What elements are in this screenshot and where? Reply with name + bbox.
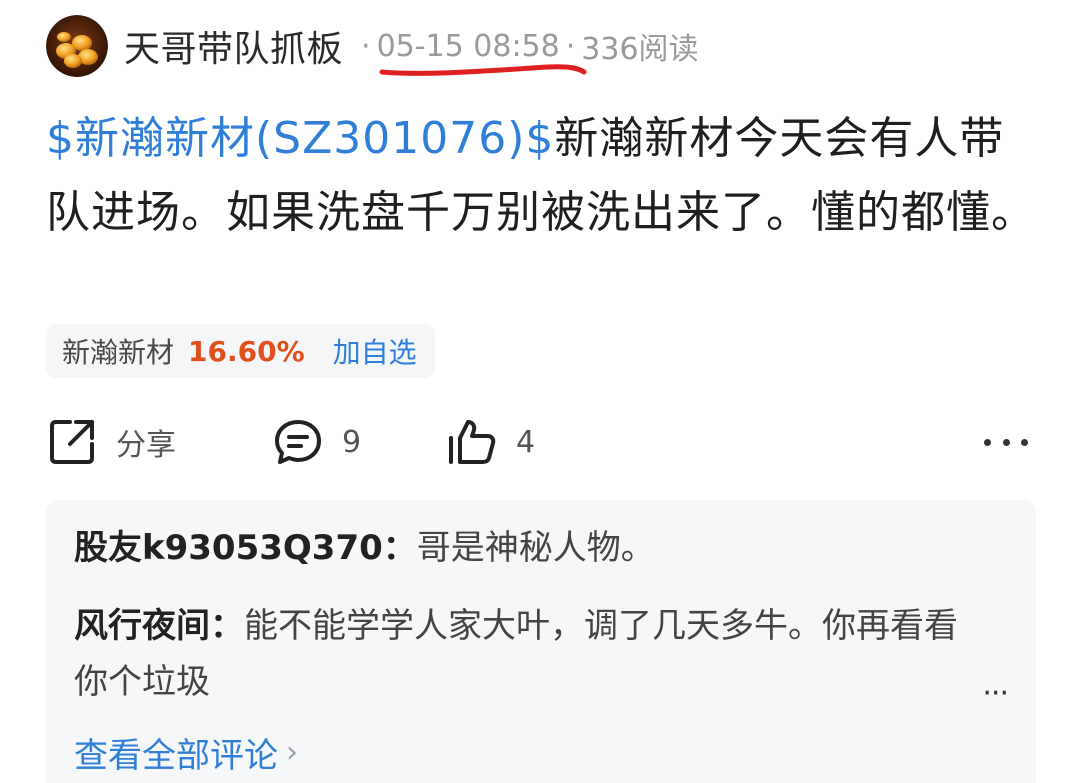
- post-card: 天哥带队抓板 · 05-15 08:58 · 336阅读 $新瀚新材(SZ301…: [0, 0, 1080, 783]
- comment-count: 9: [342, 424, 362, 460]
- post-body: $新瀚新材(SZ301076)$新瀚新材今天会有人带队进场。如果洗盘千万别被洗出…: [46, 102, 1036, 250]
- more-options-icon[interactable]: [984, 428, 1028, 456]
- chevron-right-icon: ›: [286, 735, 298, 770]
- avatar[interactable]: [46, 15, 108, 77]
- separator-dot: ·: [565, 28, 576, 64]
- comment-item[interactable]: 股友k93053Q370：哥是神秘人物。: [74, 520, 974, 576]
- stock-link[interactable]: $新瀚新材(SZ301076)$: [46, 113, 554, 164]
- comments-preview: 股友k93053Q370：哥是神秘人物。 风行夜间：能不能学学人家大叶，调了几天…: [46, 500, 1036, 783]
- view-all-comments-link[interactable]: 查看全部评论 ›: [74, 728, 298, 777]
- action-bar: 分享 9 4: [46, 410, 1036, 474]
- stock-chip[interactable]: 新瀚新材 16.60% 加自选: [46, 324, 435, 378]
- view-count: 336阅读: [581, 32, 699, 67]
- post-meta: · 05-15 08:58 · 336阅读: [355, 24, 699, 68]
- post-header: 天哥带队抓板 · 05-15 08:58 · 336阅读: [46, 14, 699, 78]
- comment-button[interactable]: 9: [272, 410, 361, 474]
- like-button[interactable]: 4: [446, 410, 535, 474]
- comment-more-icon[interactable]: ···: [982, 676, 1009, 711]
- author-name[interactable]: 天哥带队抓板: [124, 20, 343, 72]
- comment-author[interactable]: 股友k93053Q370：: [74, 528, 417, 568]
- post-date: 05-15 08:58: [376, 28, 560, 64]
- share-icon: [46, 416, 98, 468]
- comment-author[interactable]: 风行夜间：: [74, 606, 244, 646]
- comment-text: 哥是神秘人物。: [416, 528, 655, 568]
- stock-change: 16.60%: [188, 334, 305, 368]
- add-watchlist-button[interactable]: 加自选: [333, 331, 417, 371]
- stock-name: 新瀚新材: [62, 336, 175, 369]
- share-button[interactable]: 分享: [46, 410, 176, 474]
- separator-dot: ·: [361, 28, 371, 64]
- share-label: 分享: [116, 428, 176, 463]
- comment-item[interactable]: 风行夜间：能不能学学人家大叶，调了几天多牛。你再看看你个垃圾: [74, 598, 984, 710]
- thumbs-up-icon: [446, 416, 498, 468]
- like-count: 4: [516, 424, 536, 460]
- comment-icon: [272, 416, 324, 468]
- view-all-label: 查看全部评论: [74, 736, 278, 776]
